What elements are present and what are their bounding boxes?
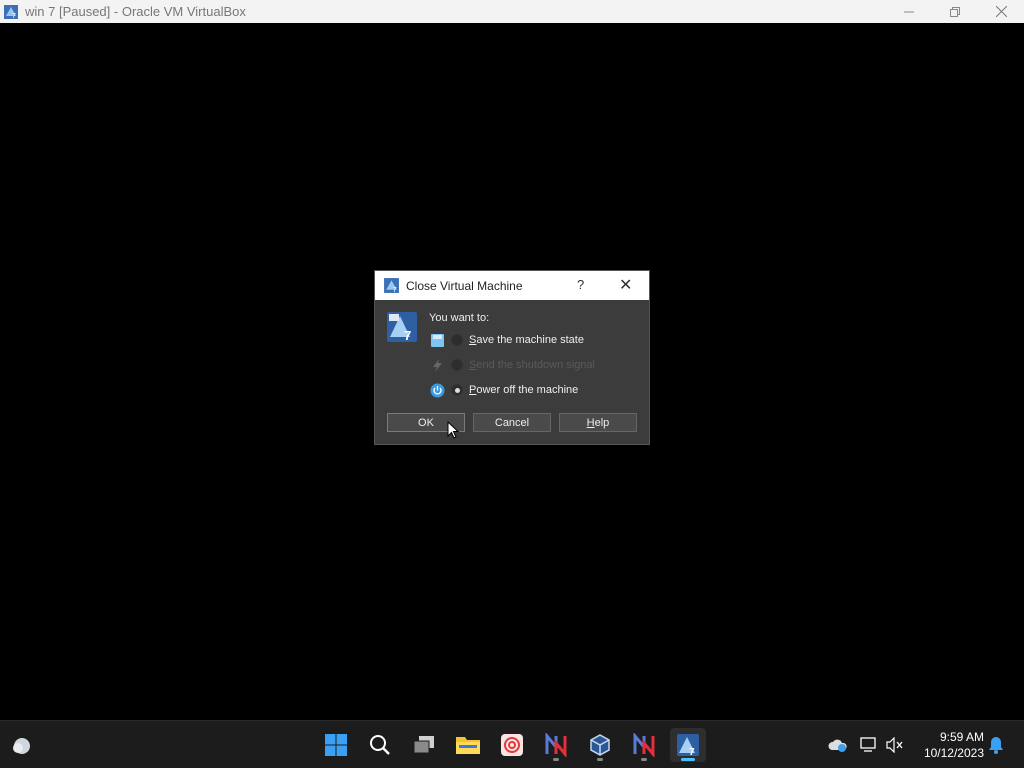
virtualbox-cube-icon <box>590 734 610 756</box>
virtualbox-vm-icon: 7 <box>677 734 699 757</box>
task-view-icon <box>413 736 434 754</box>
svg-text:7: 7 <box>689 747 695 757</box>
svg-text:7: 7 <box>393 285 397 294</box>
taskbar: 7 9:59 AM 10/12/2023 <box>0 720 1024 768</box>
network-icon[interactable] <box>860 737 878 753</box>
dialog-close-button[interactable]: ✕ <box>619 275 632 295</box>
svg-text:7: 7 <box>12 13 16 20</box>
restore-icon <box>950 6 960 17</box>
help-button[interactable]: Help <box>559 413 637 432</box>
power-off-label: Power off the machine <box>469 384 579 396</box>
app-n-button-2[interactable] <box>626 728 662 762</box>
weather-widget-icon[interactable] <box>10 733 34 757</box>
task-view-button[interactable] <box>406 728 442 762</box>
power-off-icon <box>430 383 445 397</box>
save-state-radio[interactable] <box>451 334 463 346</box>
dialog-help-button[interactable]: ? <box>577 277 584 292</box>
svg-text:7: 7 <box>404 328 411 343</box>
window-controls <box>886 0 1024 23</box>
clock-time: 9:59 AM <box>939 730 984 744</box>
virtualbox-vm-icon: 7 <box>387 312 417 343</box>
clock-date: 10/12/2023 <box>923 746 984 760</box>
option-power-off[interactable]: Power off the machine <box>430 381 578 399</box>
start-button[interactable] <box>318 728 354 762</box>
n-app-icon <box>633 733 655 757</box>
vm-win7-button[interactable]: 7 <box>670 728 706 762</box>
volume-muted-icon[interactable] <box>886 737 904 753</box>
radio-selected-dot <box>454 387 460 393</box>
virtualbox-app-icon: 7 <box>4 4 18 20</box>
window-title: win 7 [Paused] - Oracle VM VirtualBox <box>25 4 246 19</box>
minimize-button[interactable] <box>886 0 932 23</box>
app-swirl-button[interactable] <box>494 728 530 762</box>
close-vm-dialog: 7 Close Virtual Machine ? ✕ 7 You want t… <box>374 270 650 445</box>
search-icon <box>370 735 390 755</box>
virtualbox-dialog-icon: 7 <box>384 278 399 294</box>
windows-start-icon <box>325 734 347 756</box>
restore-button[interactable] <box>932 0 978 23</box>
dialog-prompt: You want to: <box>429 312 490 324</box>
dialog-titlebar: 7 Close Virtual Machine ? ✕ <box>375 271 649 300</box>
running-indicator <box>553 758 559 761</box>
onedrive-icon[interactable] <box>828 737 848 753</box>
notification-bell-icon[interactable] <box>988 736 1004 754</box>
option-shutdown-signal: Send the shutdown signal <box>430 356 595 374</box>
running-indicator <box>597 758 603 761</box>
close-window-button[interactable] <box>978 0 1024 23</box>
virtualbox-button[interactable] <box>582 728 618 762</box>
app-n-button-1[interactable] <box>538 728 574 762</box>
file-explorer-button[interactable] <box>450 728 486 762</box>
close-icon <box>995 6 1007 17</box>
shutdown-signal-label: Send the shutdown signal <box>469 359 595 371</box>
cancel-button[interactable]: Cancel <box>473 413 551 432</box>
shutdown-signal-radio <box>451 359 463 371</box>
swirl-app-icon <box>501 734 523 756</box>
power-off-radio[interactable] <box>451 384 463 396</box>
running-indicator <box>641 758 647 761</box>
minimize-icon <box>904 11 914 12</box>
window-titlebar: 7 win 7 [Paused] - Oracle VM VirtualBox <box>0 0 1024 23</box>
save-state-label: Save the machine state <box>469 334 584 346</box>
active-indicator <box>681 758 695 761</box>
folder-icon <box>456 737 480 754</box>
shutdown-signal-icon <box>433 358 442 372</box>
mouse-cursor-icon <box>447 421 459 439</box>
search-button[interactable] <box>362 728 398 762</box>
option-save-state[interactable]: Save the machine state <box>430 331 584 349</box>
clock[interactable]: 9:59 AM 10/12/2023 <box>916 729 984 761</box>
n-app-icon <box>545 733 567 757</box>
dialog-title: Close Virtual Machine <box>406 278 523 293</box>
save-state-icon <box>431 333 444 347</box>
